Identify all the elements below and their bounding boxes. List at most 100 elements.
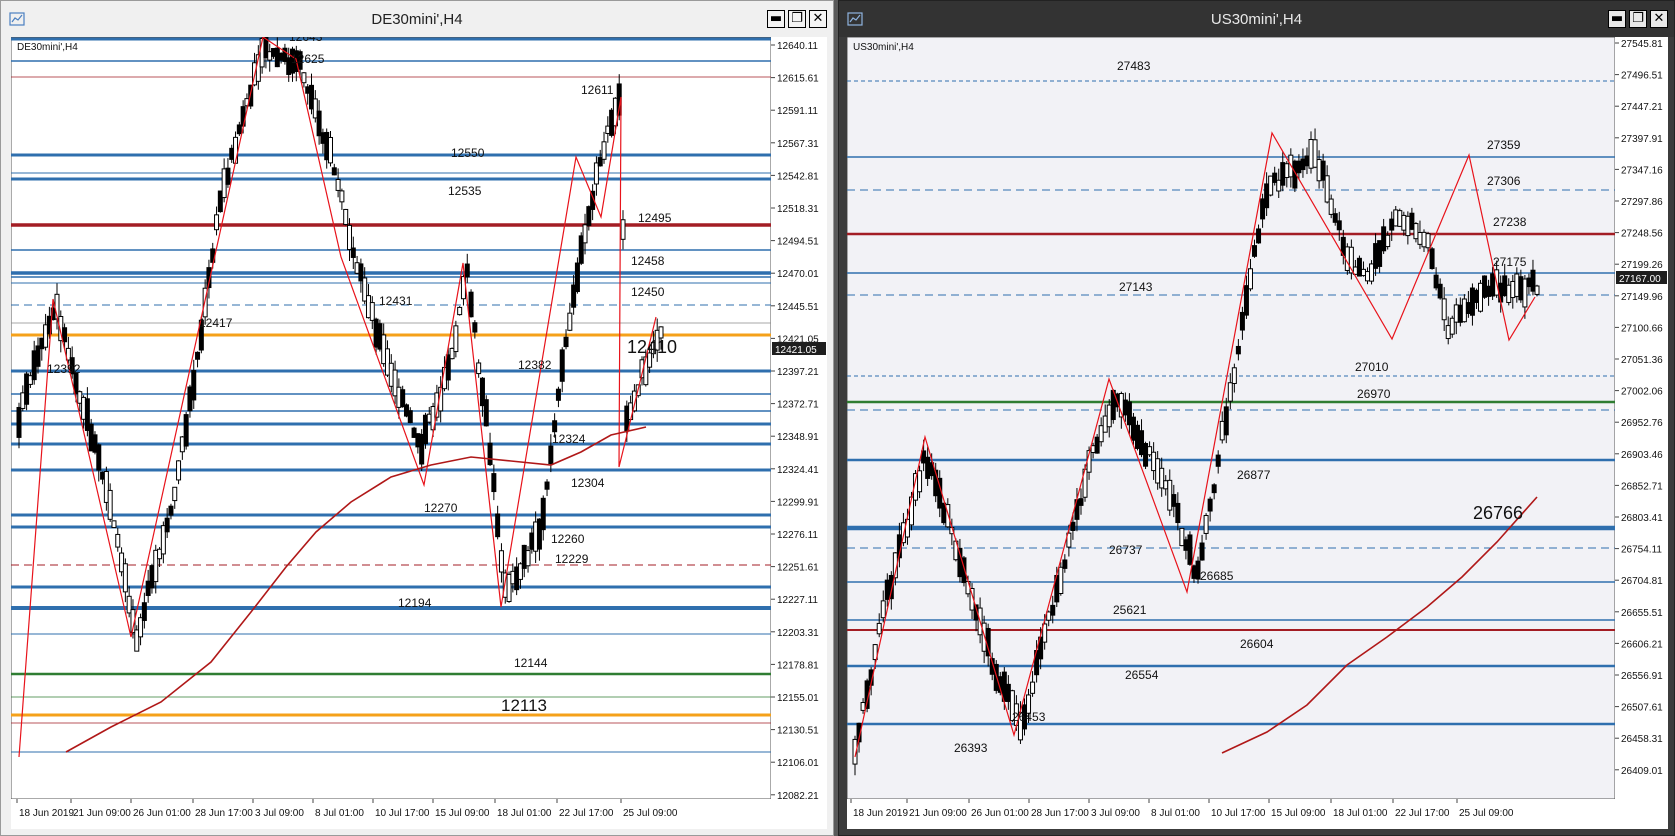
time-axis-label: 18 Jul 01:00 — [497, 808, 552, 819]
candle-body — [183, 414, 189, 447]
price-axis-label: 26754.11 — [1621, 545, 1662, 556]
candle-body — [876, 622, 882, 635]
candle-body — [1332, 213, 1338, 223]
candle-body — [1417, 232, 1423, 245]
level-label: 12450 — [631, 285, 665, 299]
level-label: 12611 — [581, 83, 614, 97]
candle-body — [316, 110, 322, 137]
candle-body — [1445, 325, 1451, 340]
restore-button[interactable]: ❐ — [788, 10, 806, 28]
time-axis-label: 28 Jun 17:00 — [195, 808, 253, 819]
candle-body — [407, 410, 413, 424]
candle-body — [563, 336, 569, 348]
candle-body — [1078, 498, 1084, 506]
price-axis-label: 12106.01 — [777, 758, 819, 769]
level-label: 12643 — [289, 37, 323, 44]
candle-body — [1005, 683, 1011, 702]
minimize-button[interactable]: ▬ — [1608, 10, 1626, 28]
candle-body — [1469, 287, 1475, 316]
candle-body — [1409, 212, 1415, 230]
time-axis-label: 18 Jun 2019 — [853, 808, 908, 819]
level-label: 26737 — [1109, 543, 1143, 557]
candle-body — [400, 389, 406, 408]
candle-body — [1312, 139, 1318, 168]
title-bar[interactable]: US30mini',H4 ▬ ❐ ✕ — [839, 1, 1674, 37]
price-axis-label: 12130.51 — [777, 726, 819, 737]
candle-body — [483, 399, 489, 427]
candle-body — [301, 72, 307, 84]
candle-body — [1106, 404, 1112, 428]
candle-body — [1163, 480, 1169, 490]
price-axis-label: 27051.36 — [1621, 355, 1663, 366]
symbol-timeframe-label: US30mini',H4 — [853, 42, 914, 53]
chart-window-us30[interactable]: US30mini',H4 ▬ ❐ ✕ 27483 27359 27306 27238 2… — [838, 0, 1675, 836]
price-axis-label: 12178.81 — [777, 660, 819, 671]
candle-body — [335, 179, 341, 191]
level-label: 12270 — [424, 501, 458, 515]
candle-body — [1465, 302, 1471, 314]
candle-body — [122, 563, 128, 593]
candle-body — [214, 214, 220, 231]
level-label: 12410 — [627, 337, 677, 357]
time-axis-label: 22 Jul 17:00 — [1395, 808, 1450, 819]
candle-body — [115, 533, 121, 548]
candle-body — [498, 550, 504, 573]
price-axis-label: 27248.56 — [1621, 229, 1663, 240]
price-chart[interactable]: 12643 12625 12611 12550 12535 12495 12458 12450… — [11, 37, 827, 829]
candle-body — [1122, 399, 1128, 416]
candle-body — [164, 517, 170, 533]
close-button[interactable]: ✕ — [809, 10, 827, 28]
price-axis-label: 27397.91 — [1621, 134, 1663, 145]
chart-window-de30[interactable]: DE30mini',H4 ▬ ❐ ✕ 12643 12625 12611 12550 1… — [0, 0, 834, 836]
candle-body — [1050, 604, 1056, 616]
restore-button[interactable]: ❐ — [1629, 10, 1647, 28]
candle-body — [1365, 271, 1371, 282]
candle-body — [1453, 304, 1459, 323]
candle-body — [107, 489, 113, 520]
candle-body — [860, 702, 866, 711]
time-axis-label: 3 Jul 09:00 — [255, 808, 304, 819]
price-axis-label: 12324.41 — [777, 465, 819, 476]
candle-body — [1522, 278, 1528, 308]
level-label: 12144 — [514, 656, 548, 670]
minimize-button[interactable]: ▬ — [767, 10, 785, 28]
chart-area[interactable]: 12643 12625 12611 12550 12535 12495 12458 12450… — [11, 37, 827, 829]
candle-body — [1373, 243, 1379, 269]
candle-body — [1413, 223, 1419, 240]
current-price-label: 12421.05 — [775, 345, 817, 356]
candle-body — [601, 141, 607, 160]
chart-area[interactable]: 27483 27359 27306 27238 27175 27143 27010 26970… — [847, 37, 1668, 829]
candle-body — [331, 167, 337, 176]
candle-body — [574, 262, 580, 293]
time-axis-label: 25 Jul 09:00 — [1459, 808, 1514, 819]
candle-body — [1183, 539, 1189, 551]
close-button[interactable]: ✕ — [1650, 10, 1668, 28]
level-label: 26685 — [1200, 569, 1234, 583]
candle-body — [1320, 160, 1326, 181]
title-bar[interactable]: DE30mini',H4 ▬ ❐ ✕ — [1, 1, 833, 37]
candle-body — [548, 445, 554, 464]
candle-body — [1159, 467, 1165, 489]
candle-body — [491, 473, 497, 493]
price-axis-label: 12567.31 — [777, 139, 819, 150]
candle-body — [1175, 502, 1181, 524]
level-label: 12382 — [518, 358, 552, 372]
candle-body — [1449, 317, 1455, 335]
price-chart[interactable]: 27483 27359 27306 27238 27175 27143 27010 26970… — [847, 37, 1668, 829]
candle-body — [1461, 298, 1467, 323]
candle-body — [917, 470, 923, 493]
price-axis-label: 12276.11 — [777, 530, 818, 541]
candle-body — [1256, 228, 1262, 244]
candle-body — [1473, 289, 1479, 303]
level-label: 12535 — [448, 184, 482, 198]
candle-body — [1344, 246, 1350, 271]
candle-body — [1243, 285, 1249, 316]
candle-body — [1147, 446, 1153, 456]
candle-body — [1530, 269, 1536, 292]
level-label: 27359 — [1487, 138, 1521, 152]
level-label: 26604 — [1240, 637, 1274, 651]
candle-body — [1486, 285, 1492, 297]
time-axis-label: 21 Jun 09:00 — [73, 808, 131, 819]
candle-body — [1276, 179, 1282, 192]
time-axis-label: 8 Jul 01:00 — [1151, 808, 1200, 819]
